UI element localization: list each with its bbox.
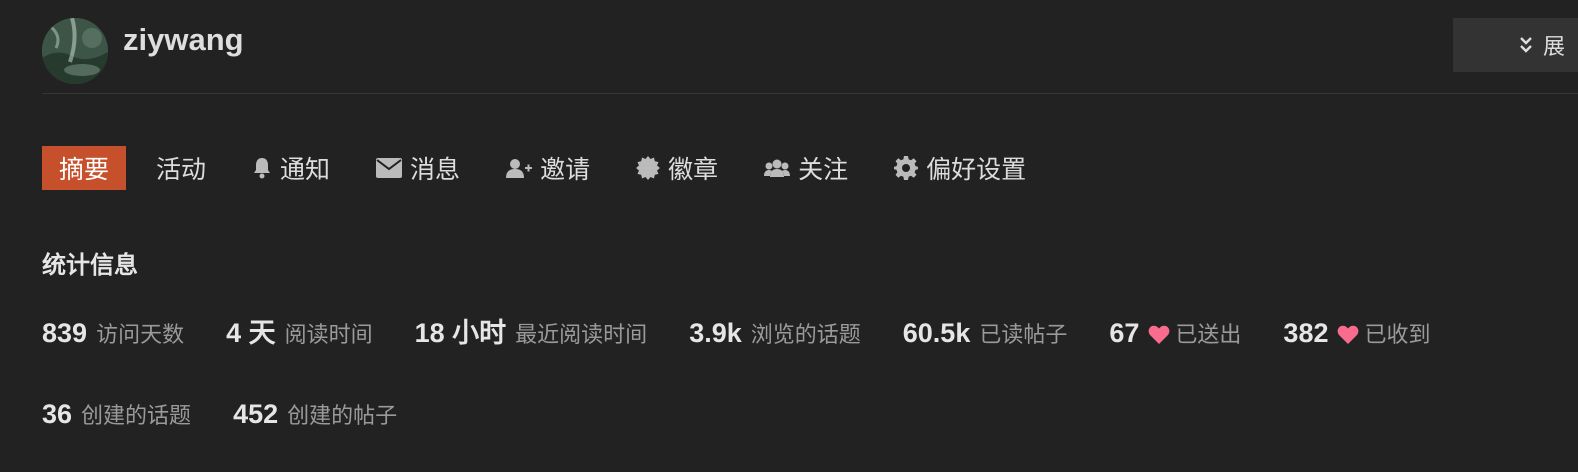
stat-value: 60.5k <box>902 318 971 348</box>
tab-preferences[interactable]: 偏好设置 <box>894 146 1026 190</box>
stat-label: 创建的话题 <box>81 403 192 428</box>
tab-follow[interactable]: 关注 <box>764 146 848 190</box>
stat-value: 18 小时 <box>414 318 507 348</box>
stat-posts-read: 60.5k 已读帖子 <box>903 317 1068 349</box>
stat-value: 3.9k <box>689 318 742 348</box>
stats-title: 统计信息 <box>42 252 138 279</box>
user-nav: 摘要 活动 通知 消息 邀请 徽章 关注 偏好设置 <box>42 146 1072 190</box>
tab-label: 邀请 <box>540 156 591 184</box>
tab-label: 活动 <box>156 156 207 184</box>
stat-value: 36 <box>42 399 73 429</box>
stat-topics-viewed: 3.9k 浏览的话题 <box>689 317 861 349</box>
tab-badges[interactable]: 徽章 <box>636 146 718 190</box>
header-divider <box>42 93 1578 94</box>
stat-value: 452 <box>233 399 279 429</box>
tab-invites[interactable]: 邀请 <box>506 146 590 190</box>
username[interactable]: ziywang <box>123 22 244 58</box>
stat-label: 访问天数 <box>96 322 185 347</box>
stats-row: 839 访问天数 4 天 阅读时间 18 小时 最近阅读时间 3.9k 浏览的话… <box>42 311 1473 350</box>
users-icon <box>764 158 791 178</box>
tab-label: 消息 <box>410 156 461 184</box>
expand-button[interactable]: 展 <box>1453 18 1578 72</box>
stat-label: 阅读时间 <box>284 322 373 347</box>
tab-activity[interactable]: 活动 <box>156 146 206 190</box>
stat-likes-received[interactable]: 382 已收到 <box>1283 317 1430 349</box>
envelope-icon <box>376 158 403 178</box>
stat-posts-created[interactable]: 452 创建的帖子 <box>233 398 397 430</box>
stat-recent-read-time: 18 小时 最近阅读时间 <box>415 311 648 350</box>
tab-label: 关注 <box>798 156 849 184</box>
stat-label: 已读帖子 <box>979 322 1068 347</box>
stat-label: 创建的帖子 <box>287 403 398 428</box>
stat-value: 382 <box>1283 318 1329 348</box>
tab-messages[interactable]: 消息 <box>376 146 460 190</box>
user-summary-page: ziywang 展 摘要 活动 通知 消息 邀请 徽章 关注 偏好设置 统计信息… <box>0 0 1578 472</box>
stat-value: 4 天 <box>226 318 276 348</box>
stat-read-time: 4 天 阅读时间 <box>226 311 373 350</box>
gear-icon <box>894 156 919 180</box>
user-plus-icon <box>506 158 533 178</box>
stat-topics-created[interactable]: 36 创建的话题 <box>42 398 191 430</box>
tab-label: 通知 <box>280 156 331 184</box>
tab-label: 偏好设置 <box>926 156 1027 184</box>
stat-label: 已送出 <box>1175 322 1242 347</box>
tab-summary[interactable]: 摘要 <box>42 146 127 190</box>
bell-icon <box>252 157 272 179</box>
badge-icon <box>636 156 661 180</box>
heart-icon <box>1337 325 1359 345</box>
expand-label: 展 <box>1543 34 1566 59</box>
tab-label: 摘要 <box>59 156 110 184</box>
stats-row: 36 创建的话题 452 创建的帖子 <box>42 398 439 430</box>
heart-icon <box>1148 325 1170 345</box>
stat-likes-given[interactable]: 67 已送出 <box>1109 317 1241 349</box>
tab-label: 徽章 <box>668 156 719 184</box>
avatar[interactable] <box>42 18 108 84</box>
stat-value: 67 <box>1109 318 1140 348</box>
stat-label: 浏览的话题 <box>750 322 861 347</box>
stat-label: 已收到 <box>1364 322 1431 347</box>
chevron-double-down-icon <box>1519 36 1533 54</box>
stat-label: 最近阅读时间 <box>515 322 648 347</box>
tab-notifications[interactable]: 通知 <box>252 146 330 190</box>
stat-value: 839 <box>42 318 88 348</box>
stat-days-visited: 839 访问天数 <box>42 317 184 349</box>
